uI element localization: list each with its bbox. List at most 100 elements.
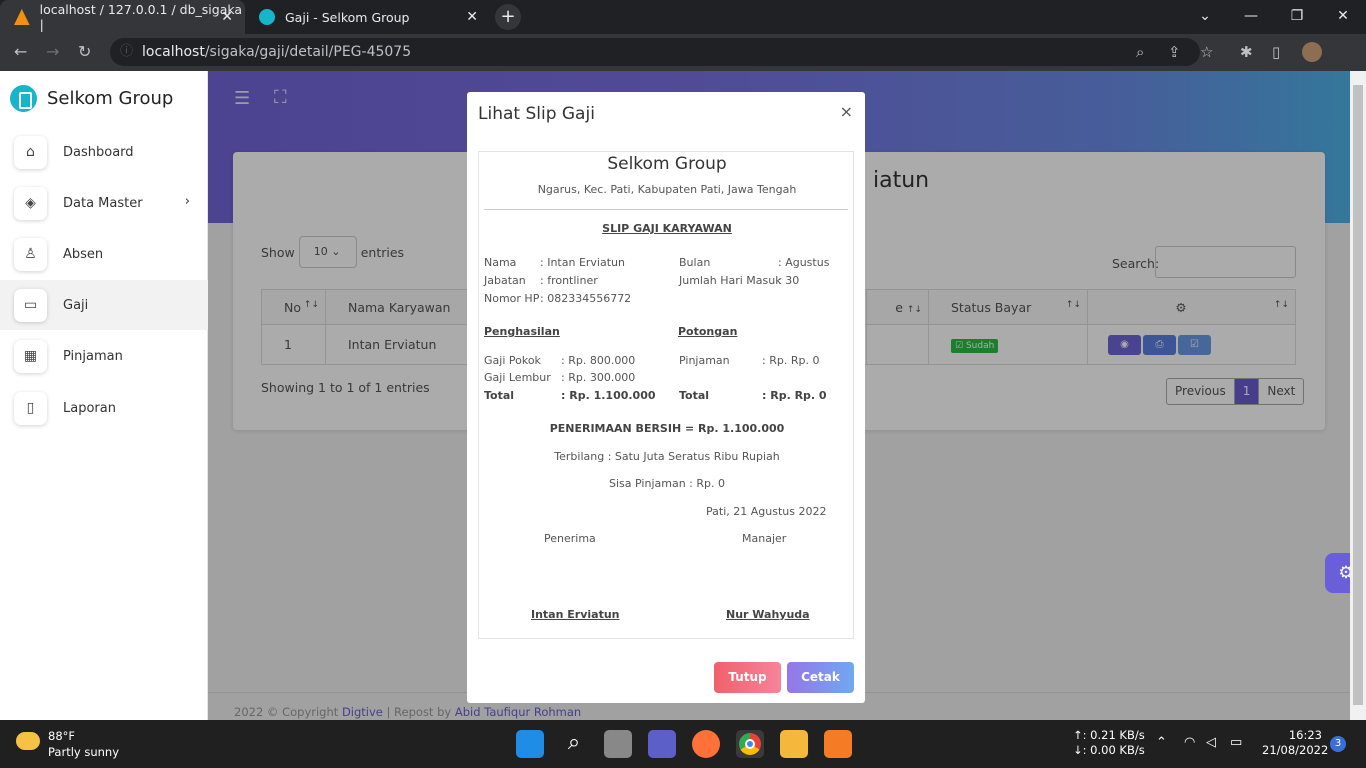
address-toolbar: ← → ↻ ⓘ localhost/sigaka/gaji/detail/PEG… [0, 34, 1366, 71]
potongan-heading: Potongan [678, 325, 738, 338]
sidebar-item-label: Laporan [63, 400, 116, 416]
user-check-icon: ♙ [14, 237, 47, 271]
clock[interactable]: 16:23 21/08/2022 [1262, 728, 1328, 758]
sidebar: Selkom Group ⌂ Dashboard ◈ Data Master ›… [0, 71, 208, 720]
browser-tab-strip: localhost / 127.0.0.1 / db_sigaka | ✕ Ga… [0, 0, 1366, 34]
browser-profile-avatar[interactable] [1302, 42, 1322, 62]
firefox-icon[interactable] [692, 730, 720, 758]
hari-label: Jumlah Hari Masuk [679, 274, 782, 287]
home-icon: ⌂ [14, 135, 47, 169]
site-info-icon[interactable]: ⓘ [120, 38, 133, 66]
jabatan-label: Jabatan [484, 274, 526, 287]
gaji-lembur-value: : Rp. 300.000 [561, 371, 636, 384]
total-potongan-value: : Rp. Rp. 0 [762, 389, 827, 402]
modal-close-icon[interactable]: × [840, 102, 853, 121]
folder-icon: ▭ [14, 288, 47, 322]
nama-value: : Intan Erviatun [540, 256, 625, 269]
share-icon[interactable]: ⇪ [1168, 43, 1181, 61]
file-explorer-icon[interactable] [780, 730, 808, 758]
reload-icon[interactable]: ↻ [78, 42, 91, 61]
phpmyadmin-icon [14, 9, 30, 25]
browser-tab-gaji[interactable]: Gaji - Selkom Group ✕ [245, 0, 490, 34]
hari-value: : 30 [778, 274, 800, 287]
close-window-button[interactable]: ✕ [1320, 0, 1366, 34]
slip-date: Pati, 21 Agustus 2022 [706, 505, 827, 518]
brand-name: Selkom Group [47, 88, 174, 109]
modal-title: Lihat Slip Gaji [478, 104, 595, 124]
slip-company: Selkom Group [607, 154, 727, 174]
cetak-button[interactable]: Cetak [787, 662, 854, 693]
side-panel-icon[interactable]: ▯ [1272, 43, 1280, 61]
sidebar-item-laporan[interactable]: ▯ Laporan [0, 383, 208, 433]
sidebar-item-gaji[interactable]: ▭ Gaji [0, 280, 208, 330]
weather-temp: 88°F [48, 729, 75, 743]
manajer-label: Manajer [742, 532, 787, 545]
battery-icon[interactable]: ▭ [1230, 735, 1242, 750]
back-icon[interactable]: ← [14, 42, 27, 61]
restore-button[interactable]: ❐ [1274, 0, 1320, 34]
teams-chat-icon[interactable] [648, 730, 676, 758]
tab-title: localhost / 127.0.0.1 / db_sigaka | [39, 2, 243, 32]
slip-title: SLIP GAJI KARYAWAN [602, 222, 732, 235]
browser-tab-phpmyadmin[interactable]: localhost / 127.0.0.1 / db_sigaka | ✕ [0, 0, 245, 34]
salary-slip: Selkom Group Ngarus, Kec. Pati, Kabupate… [478, 151, 854, 639]
hp-label: Nomor HP [484, 292, 540, 305]
task-view-icon[interactable] [604, 730, 632, 758]
chevron-up-icon[interactable]: ⌃ [1156, 735, 1167, 750]
pinjaman-label: Pinjaman [679, 354, 730, 367]
sidebar-item-dashboard[interactable]: ⌂ Dashboard [0, 127, 208, 177]
minimize-button[interactable]: — [1228, 0, 1274, 34]
total-label: Total [484, 389, 515, 402]
penerima-label: Penerima [544, 532, 596, 545]
search-icon[interactable]: ⌕ [560, 730, 588, 758]
hp-value: : 082334556772 [540, 292, 632, 305]
close-icon[interactable]: ✕ [221, 9, 233, 25]
penerimaan-bersih: PENERIMAAN BERSIH = Rp. 1.100.000 [549, 422, 785, 435]
new-tab-button[interactable]: + [495, 4, 521, 30]
sidebar-item-label: Pinjaman [63, 348, 123, 364]
penghasilan-heading: Penghasilan [484, 325, 560, 338]
slip-address: Ngarus, Kec. Pati, Kabupaten Pati, Jawa … [537, 183, 797, 196]
pinjaman-value: : Rp. Rp. 0 [762, 354, 820, 367]
sidebar-item-data-master[interactable]: ◈ Data Master › [0, 178, 208, 228]
jabatan-value: : frontliner [540, 274, 598, 287]
page-scrollbar[interactable] [1350, 71, 1366, 720]
nama-label: Nama [484, 256, 517, 269]
chrome-icon[interactable] [736, 730, 764, 758]
url-path: /sigaka/gaji/detail/PEG-45075 [204, 44, 412, 60]
weather-desc: Partly sunny [48, 745, 120, 759]
wifi-icon[interactable]: ◠ [1184, 735, 1195, 750]
url-host: localhost [142, 44, 205, 60]
bookmark-star-icon[interactable]: ☆ [1200, 43, 1213, 61]
slip-gaji-modal: Lihat Slip Gaji × Selkom Group Ngarus, K… [467, 92, 865, 703]
close-icon[interactable]: ✕ [466, 9, 478, 25]
windows-start-icon[interactable] [516, 730, 544, 758]
file-icon: ▯ [14, 391, 47, 425]
tab-search-icon[interactable]: ⌄ [1182, 0, 1228, 34]
url-bar[interactable]: ⓘ localhost/sigaka/gaji/detail/PEG-45075 [110, 38, 1200, 66]
sidebar-item-label: Data Master [63, 195, 143, 211]
forward-icon[interactable]: → [46, 42, 59, 61]
weather-widget[interactable]: 88°F Partly sunny [48, 728, 119, 760]
volume-icon[interactable]: ◁ [1206, 735, 1216, 750]
windows-taskbar: 88°F Partly sunny ⌕ ↑: 0.21 KB/s ↓: 0.00… [0, 720, 1366, 768]
bulan-label: Bulan [679, 256, 711, 269]
notification-badge[interactable]: 3 [1330, 736, 1346, 752]
tutup-button[interactable]: Tutup [714, 662, 781, 693]
gaji-lembur-label: Gaji Lembur [484, 371, 551, 384]
settings-fab-gear-icon[interactable]: ⚙ [1325, 553, 1350, 593]
sidebar-item-label: Dashboard [63, 144, 134, 160]
gaji-pokok-label: Gaji Pokok [484, 354, 541, 367]
xampp-icon[interactable] [824, 730, 852, 758]
scrollbar-thumb[interactable] [1353, 85, 1363, 705]
total-potongan-label: Total [679, 389, 710, 402]
sidebar-item-pinjaman[interactable]: ▦ Pinjaman [0, 331, 208, 381]
extensions-icon[interactable]: ✱ [1240, 43, 1253, 61]
zoom-icon[interactable]: ⌕ [1136, 43, 1144, 61]
sidebar-item-absen[interactable]: ♙ Absen [0, 229, 208, 279]
brand[interactable]: Selkom Group [10, 85, 173, 112]
partly-sunny-icon [16, 732, 40, 750]
sidebar-item-label: Gaji [63, 297, 89, 313]
sidebar-item-label: Absen [63, 246, 104, 262]
layers-icon: ◈ [14, 186, 47, 220]
